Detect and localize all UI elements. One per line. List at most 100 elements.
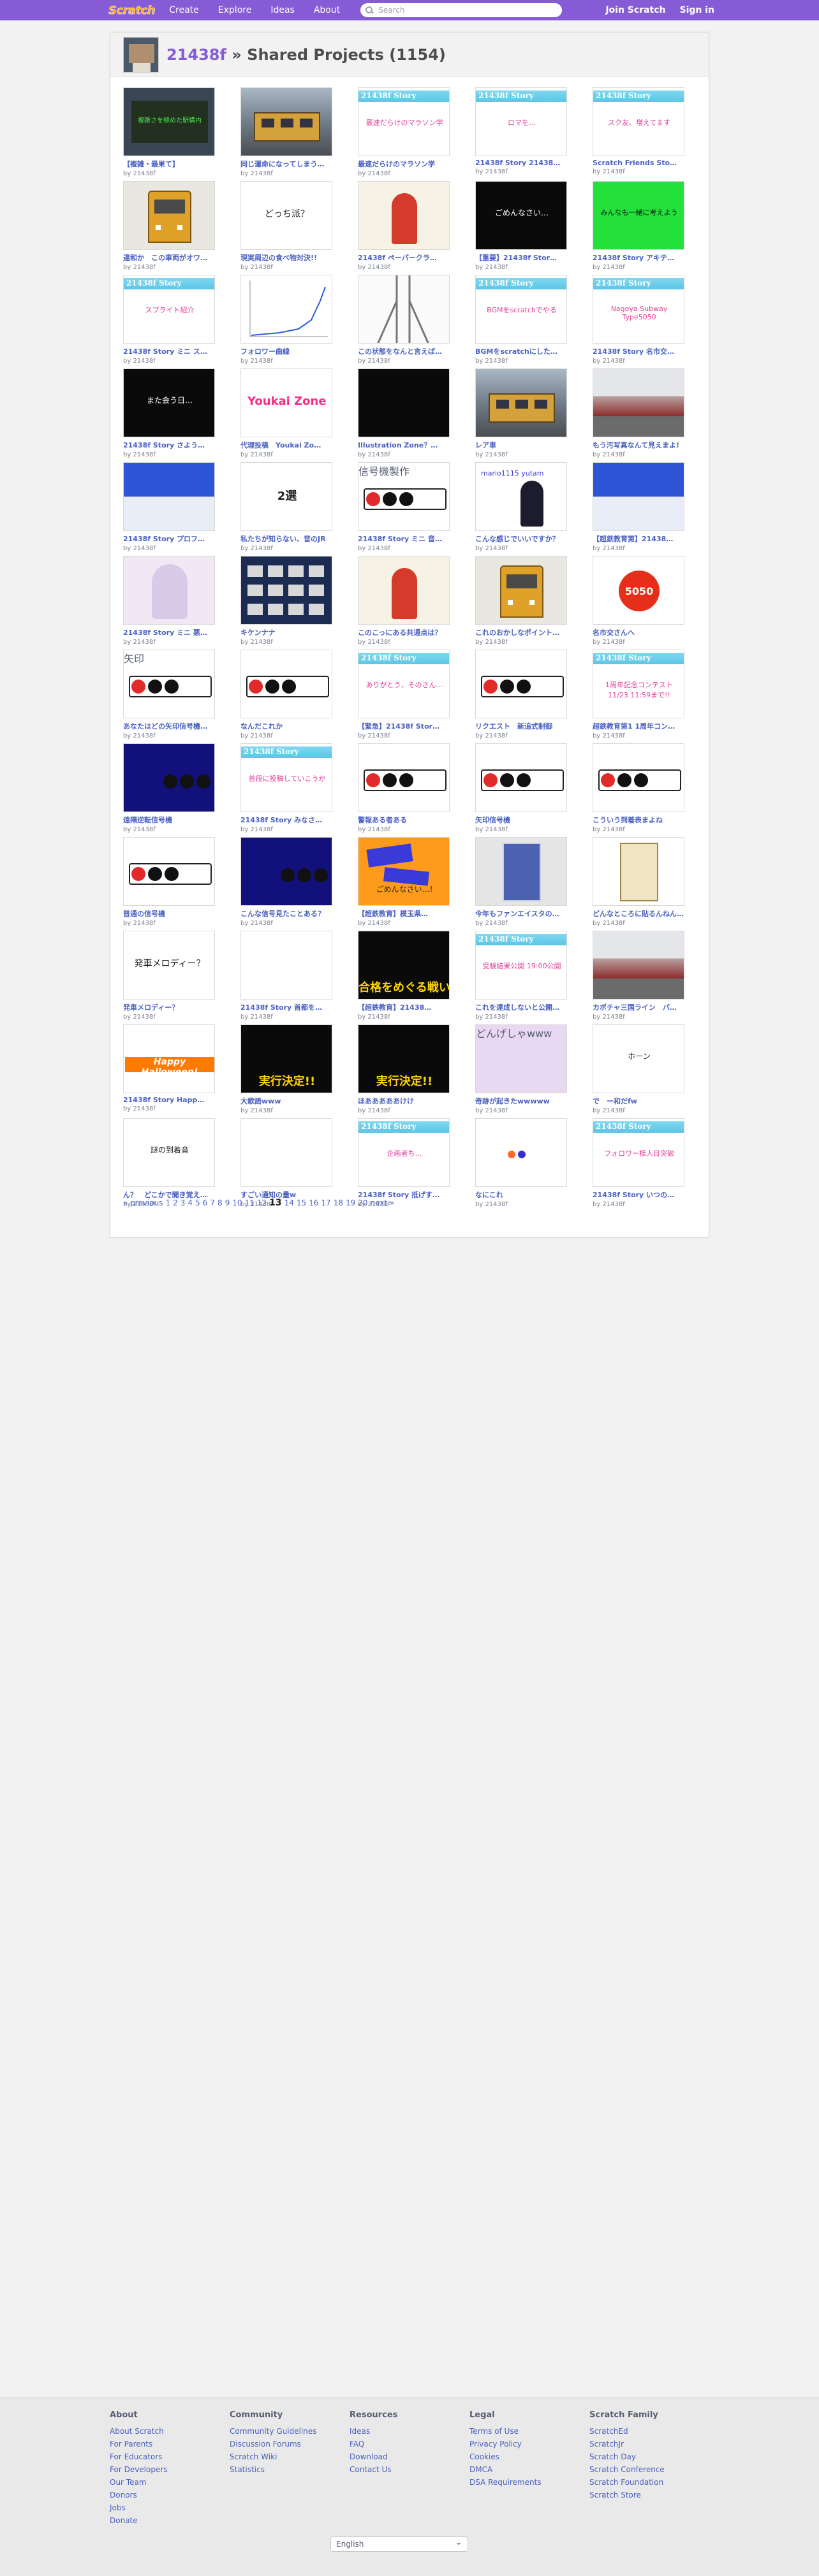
project-thumbnail[interactable]: Youkai Zone — [240, 368, 332, 437]
project-title-link[interactable]: 21438f Story 21438… — [475, 159, 567, 167]
project-card[interactable]: 同じ運命になってしまう… by 21438f — [240, 87, 332, 177]
sign-in-link[interactable]: Sign in — [679, 5, 714, 15]
project-thumbnail[interactable] — [475, 650, 567, 718]
project-thumbnail[interactable]: 信号機製作 — [358, 462, 450, 531]
project-card[interactable]: 普通の信号機 by 21438f — [123, 837, 215, 927]
project-card[interactable]: 21438f Story Nagoya Subway Type5050 21438f… — [593, 275, 684, 365]
pagination-page[interactable]: 10 — [232, 1198, 242, 1207]
project-card[interactable]: 21438f Story ロマを… 21438f Story 21438… by 21… — [475, 87, 567, 177]
project-card[interactable]: どんげしゃwww 奇跡が起きたwwwww by 21438f — [475, 1024, 567, 1114]
project-title-link[interactable]: 【複雑・最果て】 — [123, 159, 215, 169]
project-title-link[interactable]: こういう到着表まよね — [593, 815, 684, 825]
project-card[interactable]: 21438f Story フォロワー様人目突破 21438f Story いつの… b… — [593, 1118, 684, 1208]
project-title-link[interactable]: 奇跡が起きたwwwww — [475, 1096, 567, 1106]
project-thumbnail[interactable] — [123, 837, 215, 906]
project-thumbnail[interactable] — [475, 743, 567, 812]
nav-about[interactable]: About — [314, 5, 340, 15]
project-card[interactable]: また会う日… 21438f Story さよう… by 21438f — [123, 368, 215, 458]
project-card[interactable]: 今年もファンエイスタの… by 21438f — [475, 837, 567, 927]
project-title-link[interactable]: どんなところに貼るんねん… — [593, 908, 684, 919]
project-thumbnail[interactable]: ごめんなさい…! — [358, 837, 450, 906]
language-select[interactable]: English — [330, 2536, 468, 2552]
project-thumbnail[interactable]: 21438f Story ありがとう、そのさん… — [358, 650, 450, 718]
project-card[interactable]: 21438f Story 企画者ち… 21438f Story 抵げす… by 214… — [358, 1118, 450, 1208]
footer-link[interactable]: ScratchEd — [589, 2425, 665, 2438]
project-title-link[interactable]: 21438f Story みなさ… — [240, 815, 332, 825]
join-scratch-link[interactable]: Join Scratch — [605, 5, 665, 15]
project-title-link[interactable]: 21438f Story 首都を… — [240, 1002, 332, 1012]
project-card[interactable]: 21438f Story プロフ… by 21438f — [123, 462, 215, 552]
footer-link[interactable]: Scratch Wiki — [230, 2450, 316, 2463]
project-title-link[interactable]: レア車 — [475, 440, 567, 450]
project-thumbnail[interactable] — [240, 650, 332, 718]
pagination-next[interactable]: next » — [371, 1198, 395, 1207]
search-box[interactable] — [360, 3, 563, 17]
project-thumbnail[interactable] — [593, 368, 684, 437]
project-thumbnail[interactable] — [123, 181, 215, 250]
project-title-link[interactable]: 21438f Story ミニ 音… — [358, 534, 450, 544]
project-thumbnail[interactable] — [358, 368, 450, 437]
project-card[interactable]: キケンナナ by 21438f — [240, 556, 332, 646]
footer-link[interactable]: Discussion Forums — [230, 2438, 316, 2450]
project-card[interactable]: もう汚写真なんて見えまよ! by 21438f — [593, 368, 684, 458]
pagination-page[interactable]: 5 — [195, 1198, 200, 1207]
footer-link[interactable]: For Developers — [110, 2463, 168, 2476]
project-card[interactable]: 謎の到着音 ん？ どこかで聞き覚え… by 21438f — [123, 1118, 215, 1208]
project-thumbnail[interactable]: 複雑さを極めた駅構内 — [123, 87, 215, 156]
project-thumbnail[interactable]: 2選 — [240, 462, 332, 531]
project-title-link[interactable]: このこっにある共通点は？ — [358, 627, 450, 637]
search-input[interactable] — [378, 6, 551, 15]
footer-link[interactable]: Donors — [110, 2489, 168, 2501]
project-thumbnail[interactable]: 21438f Story 普段に投稿していこうか — [240, 743, 332, 812]
project-thumbnail[interactable]: どんげしゃwww — [475, 1024, 567, 1093]
footer-link[interactable]: Jobs — [110, 2501, 168, 2514]
project-title-link[interactable]: 最速だらけのマラソン学 — [358, 159, 450, 169]
project-thumbnail[interactable]: 21438f Story 1周年記念コンテスト 11/23 11:59まで!! — [593, 650, 684, 718]
footer-link[interactable]: Our Team — [110, 2476, 168, 2489]
project-thumbnail[interactable]: 発車メロディー？ — [123, 931, 215, 1000]
pagination-page[interactable]: 3 — [181, 1198, 186, 1207]
project-card[interactable]: 遠隔逆転信号機 by 21438f — [123, 743, 215, 833]
project-title-link[interactable]: カポチャ三国ライン パ… — [593, 1002, 684, 1012]
project-card[interactable]: 21438f Story スク友、増えてます Scratch Friends Sto… — [593, 87, 684, 177]
footer-link[interactable]: Cookies — [469, 2450, 542, 2463]
project-title-link[interactable]: なにこれ — [475, 1190, 567, 1200]
project-thumbnail[interactable]: 21438f Story スク友、増えてます — [593, 87, 684, 156]
project-thumbnail[interactable] — [593, 931, 684, 1000]
pagination-page[interactable]: 2 — [173, 1198, 178, 1207]
project-thumbnail[interactable] — [358, 275, 450, 344]
project-card[interactable]: このこっにある共通点は？ by 21438f — [358, 556, 450, 646]
project-card[interactable]: ホーンで ー和だfw by 21438f — [593, 1024, 684, 1114]
project-card[interactable]: 【超鉄教育第】21438… by 21438f — [593, 462, 684, 552]
pagination-page[interactable]: 12 — [257, 1198, 267, 1207]
project-title-link[interactable]: フォロワー曲線 — [240, 346, 332, 356]
project-title-link[interactable]: Illustration Zone？… — [358, 440, 450, 450]
project-title-link[interactable]: こんな信号見たことある？ — [240, 908, 332, 919]
project-thumbnail[interactable] — [240, 931, 332, 1000]
project-card[interactable]: 複雑さを極めた駅構内 【複雑・最果て】 by 21438f — [123, 87, 215, 177]
project-title-link[interactable]: 違和か この車両がオワ… — [123, 252, 215, 263]
project-thumbnail[interactable] — [123, 556, 215, 625]
project-title-link[interactable]: 超鉄教育第1 1周年コン… — [593, 721, 684, 731]
nav-ideas[interactable]: Ideas — [270, 5, 295, 15]
project-title-link[interactable]: 21438f ペーパークラ… — [358, 252, 450, 263]
project-thumbnail[interactable]: 矢印 — [123, 650, 215, 718]
footer-link[interactable]: DMCA — [469, 2463, 542, 2476]
project-card[interactable]: ごめんなさい… 【重要】21438f Stor… by 21438f — [475, 181, 567, 271]
project-card[interactable]: 実行決定!! ほあああああけけ by 21438f — [358, 1024, 450, 1114]
project-card[interactable]: 21438f Story ありがとう、そのさん… 【緊急】21438f Stor… b… — [358, 650, 450, 739]
project-card[interactable]: 21438f Story 普段に投稿していこうか 21438f Story みなさ…… — [240, 743, 332, 833]
pagination-page[interactable]: 20 — [358, 1198, 367, 1207]
project-thumbnail[interactable] — [475, 368, 567, 437]
project-card[interactable]: なにこれ by 21438f — [475, 1118, 567, 1208]
footer-link[interactable]: Contact Us — [350, 2463, 397, 2476]
project-title-link[interactable]: 21438f Story プロフ… — [123, 534, 215, 544]
nav-explore[interactable]: Explore — [218, 5, 252, 15]
project-title-link[interactable]: もう汚写真なんて見えまよ! — [593, 440, 684, 450]
project-thumbnail[interactable] — [240, 1118, 332, 1187]
project-thumbnail[interactable]: 合格をめぐる戦い — [358, 931, 450, 1000]
project-thumbnail[interactable]: 21438f Story スプライト紹介 — [123, 275, 215, 344]
project-thumbnail[interactable]: 21438f Story 受験結果公開 19:00公開 — [475, 931, 567, 1000]
project-title-link[interactable]: BGMをscratchにした… — [475, 346, 567, 356]
project-card[interactable]: どっち派？ 現実周辺の食べ物対決!! by 21438f — [240, 181, 332, 271]
